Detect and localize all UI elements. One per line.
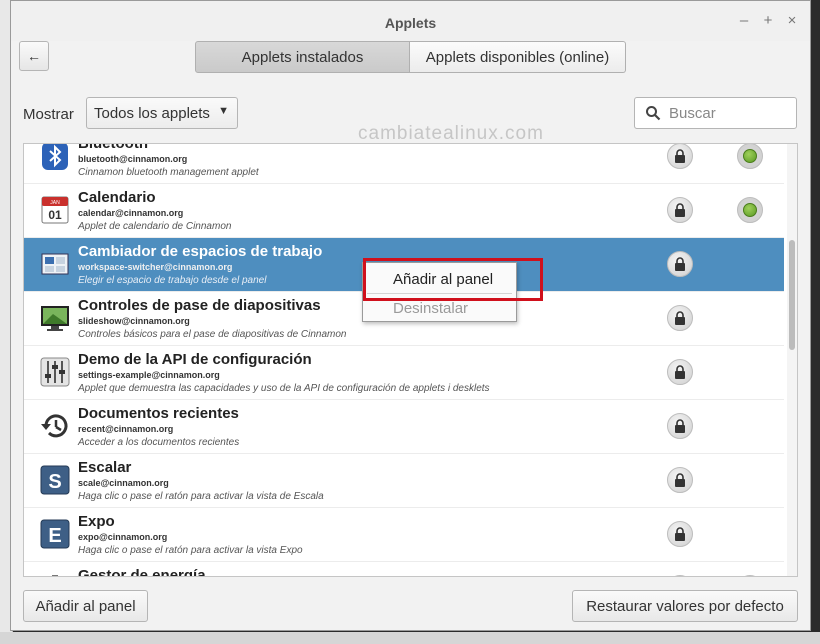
applet-description: Controles básicos para el pase de diapos… (78, 329, 347, 340)
back-button[interactable]: ← (19, 41, 49, 71)
applet-name: Documentos recientes (78, 405, 239, 422)
expo-icon-letter: E (48, 525, 61, 547)
minimize-button[interactable]: – (736, 13, 752, 29)
recent-documents-icon (39, 410, 71, 442)
applet-name: Controles de pase de diapositivas (78, 297, 321, 314)
settings-sliders-icon (39, 356, 71, 388)
applet-row-settings-example[interactable]: Demo de la API de configuración settings… (24, 346, 784, 400)
back-arrow-icon: ← (27, 48, 41, 64)
tab-available-applets[interactable]: Applets disponibles (online) (410, 41, 626, 73)
tab-installed-applets[interactable]: Applets instalados (195, 41, 410, 73)
applet-uuid: bluetooth@cinnamon.org (78, 154, 188, 164)
applet-row-power[interactable]: Gestor de energía (24, 562, 784, 577)
window-title: Applets (384, 15, 437, 31)
workspace-switcher-icon (39, 248, 71, 280)
active-green-icon (743, 149, 757, 163)
calendar-icon-day: 01 (48, 208, 62, 222)
slideshow-icon (39, 302, 71, 334)
applet-name: Gestor de energía (78, 567, 206, 577)
calendar-icon: JAN 01 (39, 194, 71, 226)
scrollbar-thumb[interactable] (789, 240, 795, 350)
applet-description: Applet de calendario de Cinnamon (78, 221, 232, 232)
applet-row-calendario[interactable]: JAN 01 Calendario calendar@cinnamon.org … (24, 184, 784, 238)
applet-name: Calendario (78, 189, 156, 206)
lock-icon (667, 521, 693, 547)
applet-description: Cinnamon bluetooth management applet (78, 167, 259, 178)
search-input[interactable]: Buscar (634, 97, 797, 129)
lock-icon (667, 467, 693, 493)
applet-row-recent[interactable]: Documentos recientes recent@cinnamon.org… (24, 400, 784, 454)
scale-icon: S (39, 464, 71, 496)
annotation-highlight-box (363, 258, 543, 301)
applet-uuid: expo@cinnamon.org (78, 532, 168, 542)
applet-name: Cambiador de espacios de trabajo (78, 243, 323, 260)
scale-icon-letter: S (48, 471, 61, 493)
search-icon (646, 106, 661, 121)
applet-row-bluetooth[interactable]: Bluetooth bluetooth@cinnamon.org Cinnamo… (24, 143, 784, 184)
restore-defaults-button[interactable]: Restaurar valores por defecto (572, 590, 798, 622)
applet-description: Acceder a los documentos recientes (78, 437, 240, 448)
watermark-text: cambiatealinux.com (358, 123, 544, 144)
active-indicator (737, 197, 763, 223)
active-green-icon (743, 203, 757, 217)
bluetooth-icon (39, 144, 71, 172)
power-manager-icon (39, 572, 71, 576)
calendar-icon-month: JAN (50, 200, 60, 206)
lock-icon (667, 251, 693, 277)
applet-uuid: calendar@cinnamon.org (78, 208, 184, 218)
applet-description: Applet que demuestra las capacidades y u… (78, 383, 490, 394)
lock-icon (667, 359, 693, 385)
view-tabs: Applets instalados Applets disponibles (… (195, 41, 626, 73)
background-desktop-strip (0, 632, 820, 644)
applet-name: Escalar (78, 459, 132, 476)
applet-description: Elegir el espacio de trabajo desde el pa… (78, 275, 267, 286)
applet-name: Bluetooth (78, 143, 148, 152)
active-indicator (737, 144, 763, 169)
lock-icon (667, 197, 693, 223)
filter-label: Mostrar (23, 106, 74, 123)
active-indicator (737, 575, 763, 576)
applet-name: Demo de la API de configuración (78, 351, 312, 368)
filter-dropdown[interactable]: Todos los applets ▼ (86, 97, 238, 129)
applet-uuid: slideshow@cinnamon.org (78, 316, 190, 326)
close-button[interactable]: × (784, 13, 800, 29)
filter-selected-value: Todos los applets (94, 104, 210, 122)
add-to-panel-button[interactable]: Añadir al panel (23, 590, 148, 622)
applet-name: Expo (78, 513, 115, 530)
applet-uuid: recent@cinnamon.org (78, 424, 174, 434)
title-bar: Applets – + × (11, 1, 810, 41)
chevron-down-icon: ▼ (218, 105, 229, 117)
applet-row-scale[interactable]: S Escalar scale@cinnamon.org Haga clic o… (24, 454, 784, 508)
lock-icon (667, 413, 693, 439)
applet-description: Haga clic o pase el ratón para activar l… (78, 545, 303, 556)
lock-icon (667, 575, 693, 576)
list-scrollbar[interactable] (787, 144, 797, 576)
lock-icon (667, 144, 693, 169)
applet-uuid: settings-example@cinnamon.org (78, 370, 220, 380)
applet-uuid: scale@cinnamon.org (78, 478, 169, 488)
applet-row-expo[interactable]: E Expo expo@cinnamon.org Haga clic o pas… (24, 508, 784, 562)
expo-icon: E (39, 518, 71, 550)
search-placeholder: Buscar (669, 104, 716, 122)
applets-list[interactable]: Bluetooth bluetooth@cinnamon.org Cinnamo… (23, 143, 798, 577)
applet-description: Haga clic o pase el ratón para activar l… (78, 491, 324, 502)
applet-uuid: workspace-switcher@cinnamon.org (78, 262, 233, 272)
lock-icon (667, 305, 693, 331)
maximize-button[interactable]: + (760, 13, 776, 29)
